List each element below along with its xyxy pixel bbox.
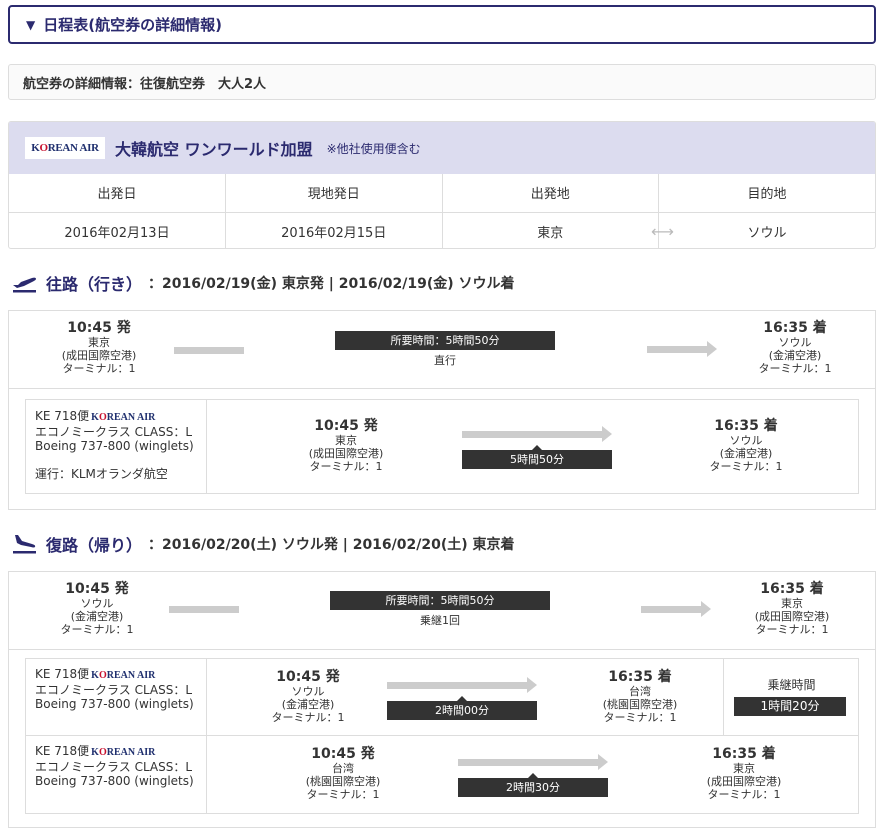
collapse-triangle-icon: ▼ (26, 17, 36, 32)
korean-air-logo: K O REAN AIR (25, 137, 105, 159)
flight-details: KE 718便 KOREAN AIR エコノミークラス CLASS：L Boein… (26, 400, 207, 493)
value-departure-date: 2016年02月13日 (9, 211, 226, 248)
segment-departure: 10:45 発 東京 (成田国際空港) ターミナル：1 (308, 418, 384, 473)
ticket-summary-text: 航空券の詳細情報：往復航空券 大人2人 (23, 76, 267, 92)
outbound-overview-departure: 10:45 発 東京 (成田国際空港) ターミナル：1 (61, 320, 137, 375)
transfer-time: 1時間20分 (734, 697, 846, 716)
divider (9, 388, 875, 389)
segment-duration: 2時間00分 (387, 696, 537, 720)
divider (9, 649, 875, 650)
header-departure-date: 出発日 (9, 174, 226, 213)
plane-landing-icon (13, 535, 36, 554)
trip-info-table: 出発日 現地発日 出発地 目的地 2016年02月13日 2016年02月15日… (9, 174, 875, 248)
header-origin: 出発地 (441, 174, 659, 213)
value-origin: 東京 ⟷ (441, 211, 674, 248)
outbound-stops: 直行 (434, 354, 456, 367)
outbound-segment: KE 718便 KOREAN AIR エコノミークラス CLASS：L Boein… (25, 399, 859, 494)
flight-details: KE 718便 KOREAN AIR エコノミークラス CLASS：L Boein… (26, 659, 207, 735)
segment-arrival: 16:35 着 台湾 (桃園国際空港) ターミナル：1 (602, 669, 678, 724)
route-bar (174, 347, 244, 354)
outbound-total-duration: 所要時間：5時間50分 (335, 331, 555, 350)
transfer-info: 乗継時間 1時間20分 (723, 659, 859, 735)
value-local-departure-date: 2016年02月15日 (225, 211, 443, 248)
segment-duration: 2時間30分 (458, 773, 608, 797)
airline-name: 大韓航空 ワンワールド加盟 (115, 140, 313, 159)
inbound-segment-1: KE 718便 KOREAN AIR エコノミークラス CLASS：L Boein… (25, 658, 859, 736)
trip-info-header-row: 出発日 現地発日 出発地 目的地 (9, 174, 875, 213)
itinerary-title: 日程表(航空券の詳細情報) (43, 16, 222, 34)
segment-arrow (387, 677, 537, 693)
itinerary-toggle[interactable]: ▼ 日程表(航空券の詳細情報) (8, 5, 876, 44)
value-destination: ソウル (658, 211, 875, 248)
ticket-summary: 航空券の詳細情報：往復航空券 大人2人 (8, 64, 876, 100)
segment-duration: 5時間50分 (462, 445, 612, 469)
inbound-overview-arrival: 16:35 着 東京 (成田国際空港) ターミナル：1 (754, 581, 830, 636)
korean-air-mini-logo: KOREAN AIR (91, 670, 156, 681)
transfer-label: 乗継時間 (767, 678, 816, 692)
header-local-departure-date: 現地発日 (225, 174, 443, 213)
segment-arrival: 16:35 着 ソウル (金浦空港) ターミナル：1 (709, 418, 783, 473)
inbound-overview-departure: 10:45 発 ソウル (金浦空港) ターミナル：1 (60, 581, 134, 636)
airline-card: K O REAN AIR 大韓航空 ワンワールド加盟 ※他社使用便含む 出発日 現地… (8, 121, 876, 249)
segment-arrow (462, 426, 612, 442)
segment-departure: 10:45 発 台湾 (桃園国際空港) ターミナル：1 (305, 746, 381, 801)
airline-header: K O REAN AIR 大韓航空 ワンワールド加盟 ※他社使用便含む (9, 122, 875, 174)
outbound-leg: 10:45 発 東京 (成田国際空港) ターミナル：1 所要時間：5時間50分 … (8, 310, 876, 510)
segment-arrow (458, 754, 608, 770)
inbound-total-duration: 所要時間：5時間50分 (330, 591, 550, 610)
korean-air-mini-logo: KOREAN AIR (91, 747, 156, 758)
trip-info-value-row: 2016年02月13日 2016年02月15日 東京 ⟷ ソウル (9, 211, 875, 248)
flight-details: KE 718便 KOREAN AIR エコノミークラス CLASS：L Boein… (26, 736, 207, 813)
outbound-overview-arrival: 16:35 着 ソウル (金浦空港) ターミナル：1 (758, 320, 832, 375)
korean-air-mini-logo: KOREAN AIR (91, 412, 156, 423)
segment-departure: 10:45 発 ソウル (金浦空港) ターミナル：1 (271, 669, 345, 724)
airline-note: ※他社使用便含む (326, 141, 421, 156)
segment-arrival: 16:35 着 東京 (成田国際空港) ターミナル：1 (706, 746, 782, 801)
inbound-segment-2: KE 718便 KOREAN AIR エコノミークラス CLASS：L Boein… (25, 736, 859, 814)
operated-by: 運行：KLMオランダ航空 (35, 467, 168, 481)
route-arrow (647, 341, 717, 357)
inbound-section-title: 復路（帰り） ：2016/02/20(土) ソウル発 | 2016/02/20(… (12, 532, 515, 556)
outbound-section-title: 往路（行き） ：2016/02/19(金) 東京発 | 2016/02/19(金… (12, 271, 515, 295)
route-arrow (641, 601, 711, 617)
header-destination: 目的地 (658, 174, 875, 213)
inbound-stops: 乗継1回 (420, 614, 460, 627)
route-bar (169, 606, 239, 613)
plane-takeoff-icon (13, 277, 36, 293)
double-arrow-icon: ⟷ (651, 221, 674, 241)
inbound-leg: 10:45 発 ソウル (金浦空港) ターミナル：1 所要時間：5時間50分 乗… (8, 571, 876, 828)
